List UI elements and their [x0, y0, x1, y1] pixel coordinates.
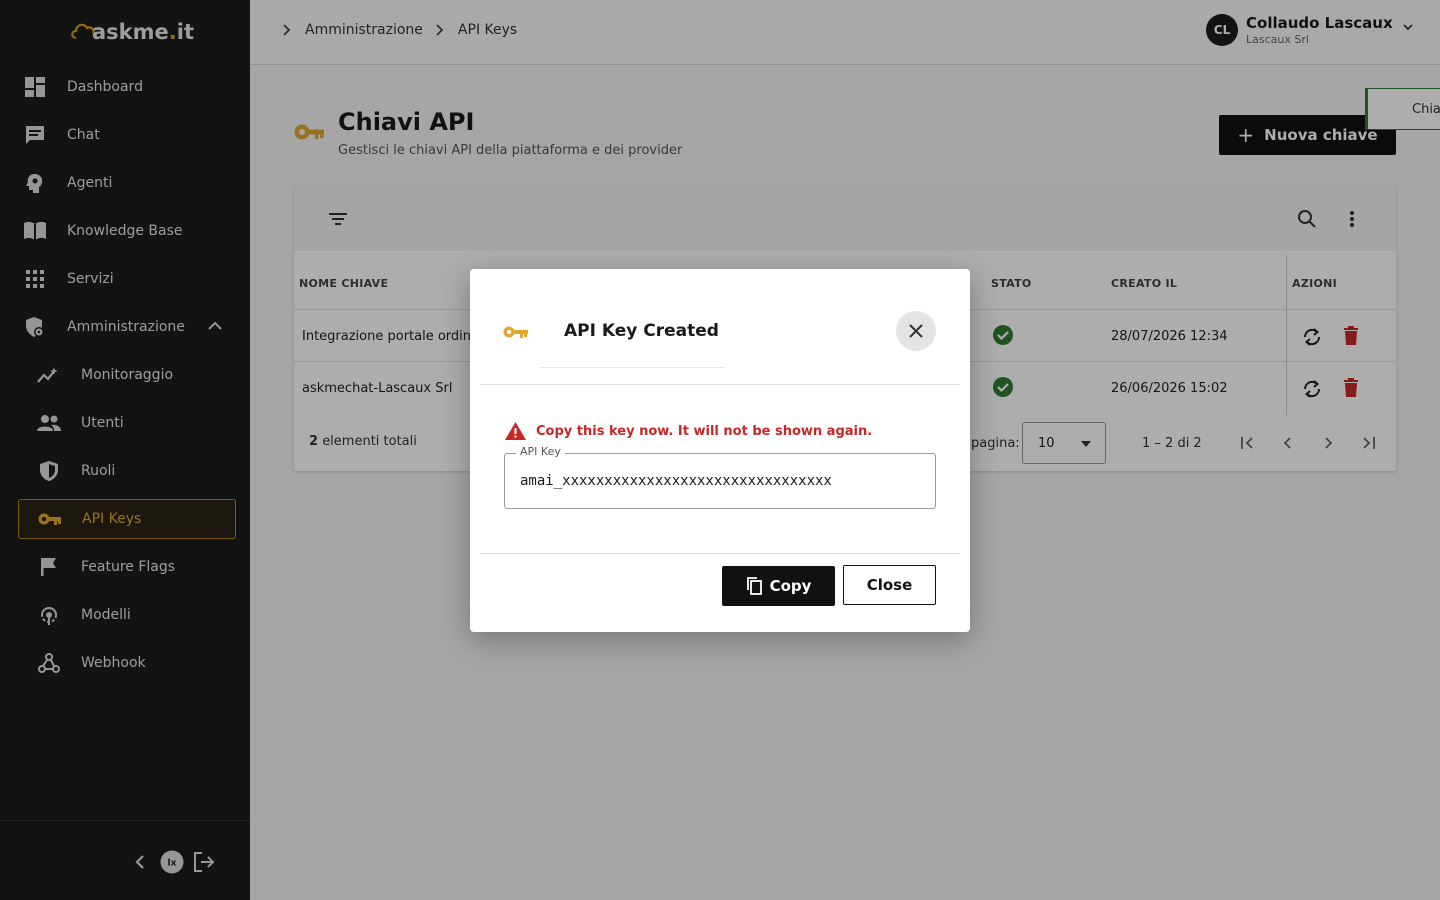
warning-message: Copy this key now. It will not be shown …: [504, 421, 872, 441]
dialog-close-icon-button[interactable]: [896, 311, 936, 351]
api-key-field-label: API Key: [516, 445, 565, 458]
copy-icon: [746, 577, 762, 595]
close-icon: [909, 324, 923, 338]
copy-label: Copy: [769, 577, 812, 595]
api-key-value[interactable]: amai_xxxxxxxxxxxxxxxxxxxxxxxxxxxxxxxx: [520, 473, 832, 489]
api-key-created-dialog: API Key Created Copy this key now. It wi…: [470, 269, 970, 632]
divider: [480, 384, 960, 385]
title-divider: [540, 367, 725, 368]
close-button[interactable]: Close: [843, 565, 936, 605]
key-icon: [503, 324, 529, 343]
api-key-field[interactable]: API Key amai_xxxxxxxxxxxxxxxxxxxxxxxxxxx…: [504, 445, 936, 509]
copy-button[interactable]: Copy: [722, 566, 835, 606]
close-label: Close: [866, 576, 913, 594]
warning-icon: [505, 422, 526, 440]
warning-text: Copy this key now. It will not be shown …: [536, 423, 873, 439]
divider: [480, 553, 960, 554]
dialog-title: API Key Created: [564, 321, 719, 341]
